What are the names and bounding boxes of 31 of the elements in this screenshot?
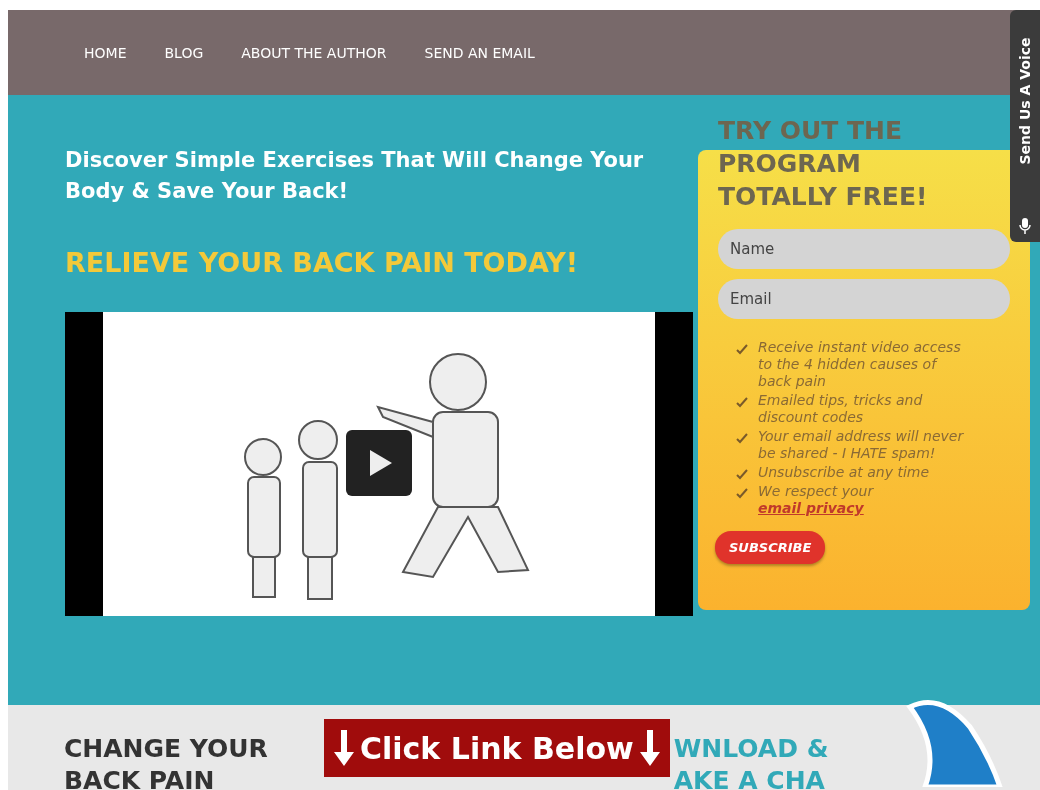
- check-icon: [736, 343, 748, 355]
- section-heading: AKE A CHA: [673, 765, 826, 790]
- subscribe-button[interactable]: SUBSCRIBE: [715, 531, 826, 564]
- section-heading: WNLOAD &: [673, 733, 829, 765]
- benefit-text: Emailed tips, tricks and discount codes: [758, 392, 924, 426]
- voice-tab[interactable]: Send Us A Voice: [1010, 10, 1040, 242]
- input-field[interactable]: Name: [718, 229, 1010, 269]
- hero-headline: RELIEVE YOUR BACK PAIN TODAY!: [65, 247, 580, 278]
- check-icon: [736, 468, 748, 480]
- check-icon: [736, 487, 748, 499]
- benefit-text: Receive instant video access to the 4 hidden causes of back pain: [758, 339, 962, 390]
- input-field[interactable]: Email: [718, 279, 1010, 319]
- play-icon[interactable]: [346, 430, 412, 496]
- microphone-icon: [1019, 218, 1031, 234]
- down-arrow-icon: [334, 730, 354, 766]
- check-icon: [736, 432, 748, 444]
- benefit-text: Unsubscribe at any time: [758, 464, 931, 481]
- benefit-text: We respect your email privacy: [758, 483, 875, 517]
- nav-link[interactable]: HOME: [84, 44, 127, 61]
- down-arrow-icon: [639, 730, 660, 766]
- nav-link[interactable]: BLOG: [164, 44, 204, 61]
- nav-link[interactable]: ABOUT THE AUTHOR: [241, 44, 387, 61]
- signup-title: TRY OUT THE PROGRAM TOTALLY FREE!: [718, 115, 929, 213]
- privacy-link[interactable]: email privacy: [758, 500, 864, 516]
- click-banner[interactable]: Click Link Below: [324, 719, 670, 777]
- nav-link[interactable]: SEND AN EMAIL: [424, 44, 535, 61]
- section-heading: BACK PAIN: [64, 765, 216, 790]
- check-icon: [736, 396, 748, 408]
- benefit-text: Your email address will never be shared - I HATE spam!: [758, 428, 965, 462]
- hero-title: Discover Simple Exercises That Will Change Your Body & Save Your Back!: [65, 147, 645, 205]
- section-heading: CHANGE YOUR: [64, 733, 269, 765]
